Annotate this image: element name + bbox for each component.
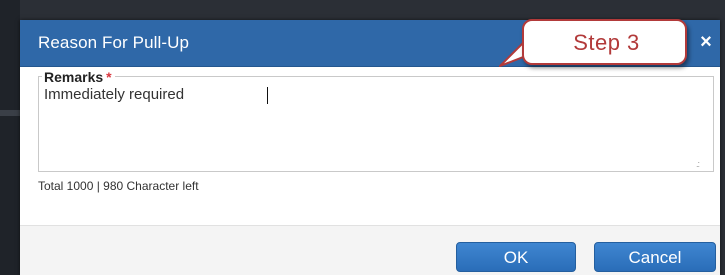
text-caret [267,87,268,104]
required-marker: * [106,69,112,85]
character-count: Total 1000 | 980 Character left [38,179,199,193]
background-page [0,0,20,275]
dialog-footer: OK Cancel [20,226,720,275]
close-icon[interactable]: × [696,31,716,53]
ok-button[interactable]: OK [456,242,576,272]
remarks-textarea[interactable]: Immediately required [44,86,704,166]
dialog-title: Reason For Pull-Up [38,33,190,52]
remarks-label-text: Remarks [44,69,104,85]
remarks-label: Remarks * [42,69,115,85]
background-divider [0,110,20,116]
cancel-button[interactable]: Cancel [594,242,716,272]
resize-grip-icon[interactable]: .: [696,160,706,170]
step-callout: Step 3 [522,19,687,65]
step-callout-label: Step 3 [573,30,640,55]
